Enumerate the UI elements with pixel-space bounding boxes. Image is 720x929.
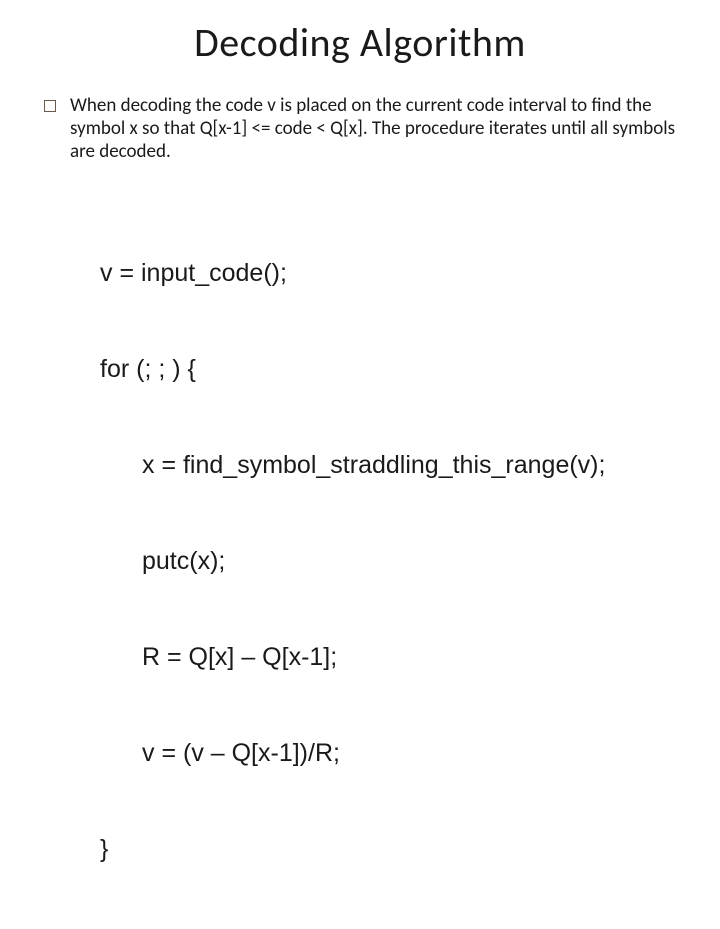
code-line: v = input_code(); [100,257,680,289]
code-line: for (; ; ) { [100,353,680,385]
code-line: putc(x); [100,545,680,577]
code-block: v = input_code(); for (; ; ) { x = find_… [40,193,680,929]
code-line: x = find_symbol_straddling_this_range(v)… [100,449,680,481]
bullet-item: When decoding the code v is placed on th… [40,95,680,163]
code-line: R = Q[x] – Q[x-1]; [100,641,680,673]
code-line: } [100,833,680,865]
square-bullet-icon [44,100,56,112]
code-line: v = (v – Q[x-1])/R; [100,737,680,769]
slide: Decoding Algorithm When decoding the cod… [0,0,720,540]
bullet-text: When decoding the code v is placed on th… [70,95,676,163]
slide-title: Decoding Algorithm [40,18,680,67]
